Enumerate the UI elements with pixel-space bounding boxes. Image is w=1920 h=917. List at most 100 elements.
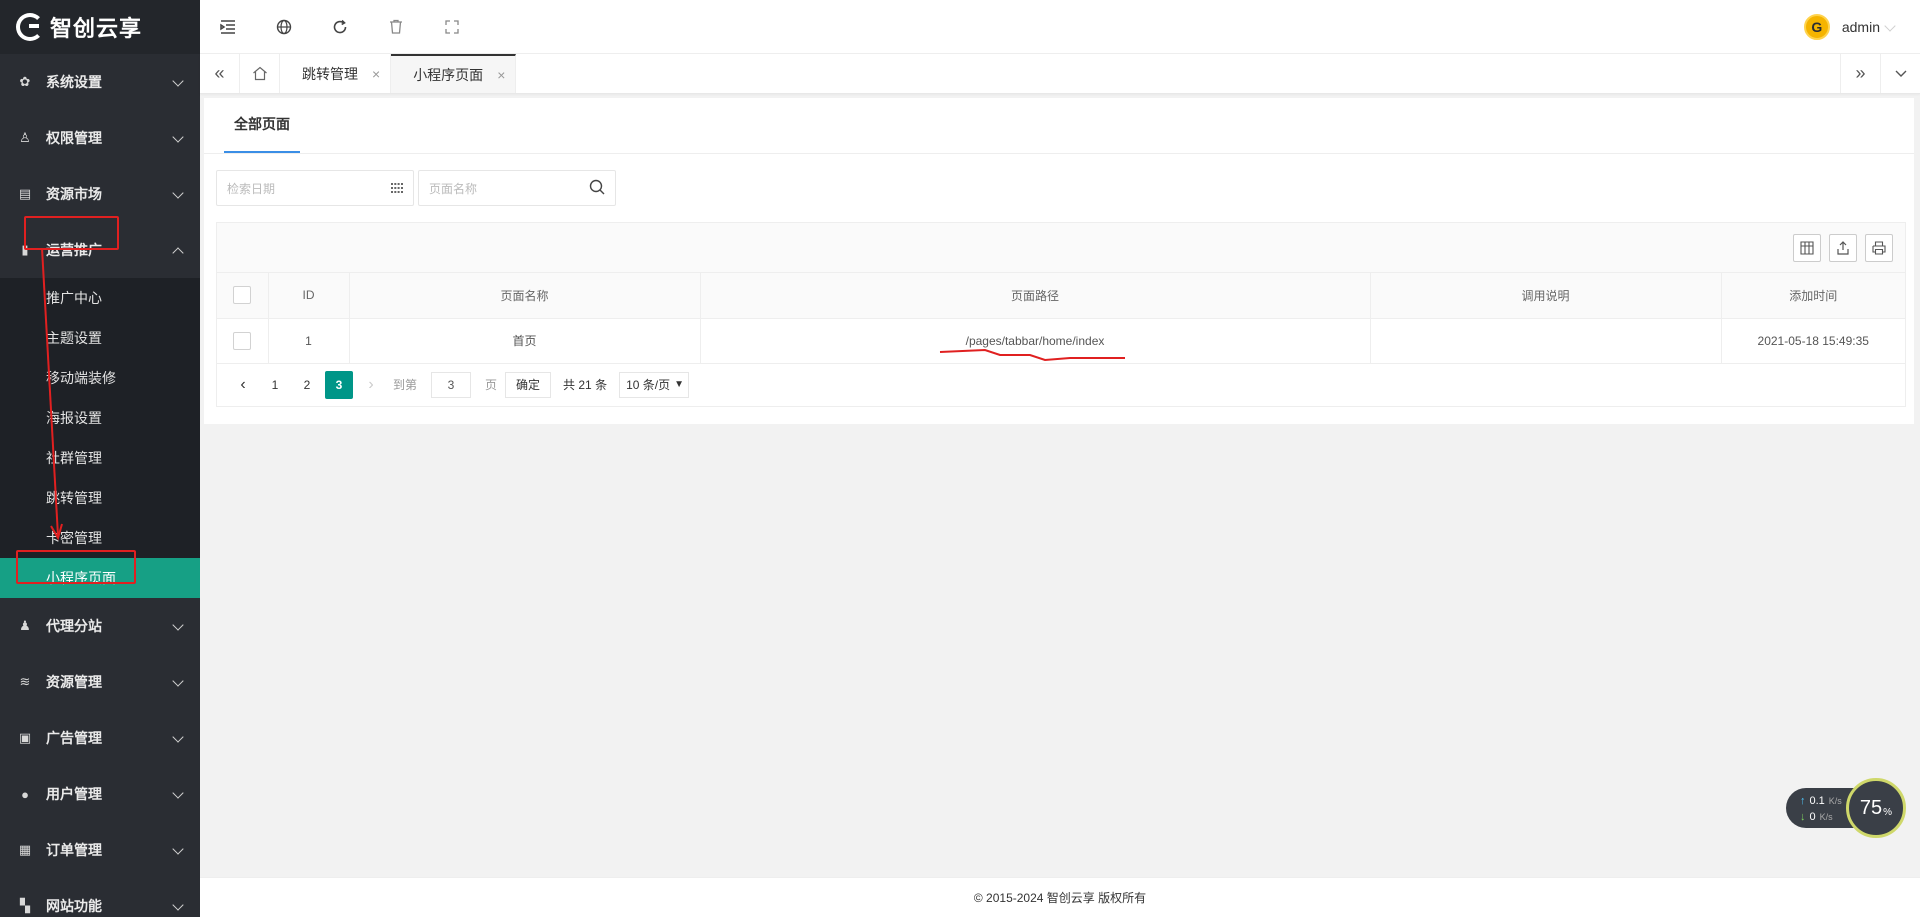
sidebar-subitem-promo-center[interactable]: 推广中心 xyxy=(0,278,200,318)
sidebar-item-permissions[interactable]: ♙ 权限管理 xyxy=(0,110,200,166)
upload-arrow-icon: ↑ xyxy=(1800,795,1806,807)
col-added-time[interactable]: 添加时间 xyxy=(1721,273,1905,319)
globe-icon[interactable] xyxy=(256,0,312,54)
col-usage-desc[interactable]: 调用说明 xyxy=(1370,273,1722,319)
sidebar-subitem-community[interactable]: 社群管理 xyxy=(0,438,200,478)
data-table: ID 页面名称 页面路径 调用说明 添加时间 1 首页 /pages/tabba… xyxy=(216,222,1906,407)
chevron-down-icon xyxy=(172,732,184,744)
page-unit-label: 页 xyxy=(485,378,498,392)
copyright-text: © 2015-2024 智创云享 版权所有 xyxy=(973,891,1147,905)
sidebar-item-label: 系统设置 xyxy=(46,74,102,90)
logo-mark-icon xyxy=(16,13,44,41)
search-icon[interactable] xyxy=(589,179,605,198)
cell-id: 1 xyxy=(268,318,350,364)
date-placeholder: 检索日期 xyxy=(227,181,276,196)
cell-page-path: /pages/tabbar/home/index xyxy=(700,318,1371,364)
sidebar-item-resource-market[interactable]: ▤ 资源市场 xyxy=(0,166,200,222)
row-select-cell xyxy=(217,318,269,364)
next-page-icon[interactable]: › xyxy=(357,371,385,399)
row-checkbox[interactable] xyxy=(233,331,252,350)
menu-fold-icon[interactable] xyxy=(200,0,256,54)
fullscreen-icon[interactable] xyxy=(424,0,480,54)
sidebar-item-orders[interactable]: ▦ 订单管理 xyxy=(0,822,200,878)
confirm-goto-button[interactable]: 确定 xyxy=(505,371,552,398)
page-name-search-input[interactable]: 页面名称 xyxy=(418,170,616,206)
store-icon: ▤ xyxy=(18,186,32,201)
sidebar-item-label: 订单管理 xyxy=(46,842,102,858)
sidebar-item-label: 权限管理 xyxy=(46,130,102,146)
goto-page-input[interactable]: 3 xyxy=(431,371,472,398)
goto-label: 到第 xyxy=(393,378,418,392)
name-placeholder: 页面名称 xyxy=(429,181,478,196)
ad-icon: ▣ xyxy=(18,730,32,745)
tab-all-pages[interactable]: 全部页面 xyxy=(224,97,300,153)
user-menu[interactable]: G admin xyxy=(1803,13,1920,40)
chevron-up-icon xyxy=(172,244,184,256)
table-row: 1 首页 /pages/tabbar/home/index 2021-05-18… xyxy=(217,318,1905,364)
user-key-icon: ♙ xyxy=(19,130,31,145)
sidebar-subitem-theme[interactable]: 主题设置 xyxy=(0,318,200,358)
page-size-select[interactable]: 10 条/页 ▼ xyxy=(619,371,690,398)
sidebar-item-label: 代理分站 xyxy=(46,618,102,634)
tab-bar: « 跳转管理 × 小程序页面 × » xyxy=(200,54,1920,94)
columns-filter-icon[interactable] xyxy=(1793,233,1821,262)
sidebar-item-label: 资源管理 xyxy=(46,674,102,690)
select-all-checkbox[interactable] xyxy=(233,286,252,305)
sidebar-subitem-mobile-decor[interactable]: 移动端装修 xyxy=(0,358,200,398)
sidebar-subitem-poster[interactable]: 海报设置 xyxy=(0,398,200,438)
total-count: 共 21 条 xyxy=(563,378,608,392)
submenu-operations: 推广中心 主题设置 移动端装修 海报设置 社群管理 跳转管理 卡密管理 小程序页… xyxy=(0,278,200,598)
tab-redirect-management[interactable]: 跳转管理 × xyxy=(280,54,392,93)
sidebar-item-label: 广告管理 xyxy=(46,730,102,746)
date-search-input[interactable]: 检索日期 xyxy=(216,170,414,206)
tabs-scroll-right-icon[interactable]: » xyxy=(1840,54,1880,93)
chevron-down-icon xyxy=(172,132,184,144)
sidebar-item-resources[interactable]: ≋ 资源管理 xyxy=(0,654,200,710)
network-speed-widget[interactable]: ↑ 0.1 K/s ↓ 0 K/s 75% xyxy=(1786,778,1910,838)
sidebar-item-system-settings[interactable]: ✿ 系统设置 xyxy=(0,54,200,110)
cell-added-time: 2021-05-18 15:49:35 xyxy=(1721,318,1905,364)
sidebar-item-label: 用户管理 xyxy=(46,786,102,802)
sidebar-item-operations[interactable]: ▮ 运营推广 xyxy=(0,222,200,278)
pagination: ‹ 1 2 3 › 到第 3 页 确定 共 21 条 10 条/页 ▼ xyxy=(217,364,1905,406)
sidebar-item-agents[interactable]: ♟ 代理分站 xyxy=(0,598,200,654)
chevron-down-icon xyxy=(172,844,184,856)
avatar: G xyxy=(1803,13,1830,40)
tab-label: 小程序页面 xyxy=(413,66,484,83)
page-3-button[interactable]: 3 xyxy=(325,370,353,399)
close-icon[interactable]: × xyxy=(372,66,380,82)
table-header-row: ID 页面名称 页面路径 调用说明 添加时间 xyxy=(217,273,1905,319)
print-icon[interactable] xyxy=(1865,233,1893,262)
sidebar-subitem-card-code[interactable]: 卡密管理 xyxy=(0,518,200,558)
col-id[interactable]: ID xyxy=(268,273,350,319)
close-icon[interactable]: × xyxy=(497,67,505,83)
sidebar-subitem-miniprogram-pages[interactable]: 小程序页面 xyxy=(0,558,200,598)
chevron-down-icon xyxy=(172,676,184,688)
user-name: admin xyxy=(1841,18,1880,35)
refresh-icon[interactable] xyxy=(312,0,368,54)
sidebar-item-label: 网站功能 xyxy=(46,898,102,914)
tabs-scroll-left-icon[interactable]: « xyxy=(200,54,240,93)
col-page-name[interactable]: 页面名称 xyxy=(349,273,701,319)
col-page-path[interactable]: 页面路径 xyxy=(700,273,1371,319)
trash-icon[interactable] xyxy=(368,0,424,54)
page-1-button[interactable]: 1 xyxy=(261,371,289,399)
export-icon[interactable] xyxy=(1829,233,1857,262)
select-all-cell xyxy=(217,273,269,319)
sidebar-item-users[interactable]: ● 用户管理 xyxy=(0,766,200,822)
sidebar-subitem-redirect[interactable]: 跳转管理 xyxy=(0,478,200,518)
filter-bar: 检索日期 页面名称 xyxy=(204,154,1914,206)
chevron-down-icon xyxy=(172,76,184,88)
tabs-menu-chevron-down-icon[interactable] xyxy=(1880,54,1920,93)
home-icon[interactable] xyxy=(240,54,280,93)
page-2-button[interactable]: 2 xyxy=(293,371,321,399)
sidebar-item-ads[interactable]: ▣ 广告管理 xyxy=(0,710,200,766)
tab-miniprogram-pages[interactable]: 小程序页面 × xyxy=(391,54,517,93)
chevron-down-icon xyxy=(172,188,184,200)
order-icon: ▦ xyxy=(18,842,32,857)
logo[interactable]: 智创云享 xyxy=(0,0,200,54)
sidebar-item-site-features[interactable]: ▚ 网站功能 xyxy=(0,878,200,917)
user-icon: ● xyxy=(21,786,29,802)
upload-unit: K/s xyxy=(1828,796,1842,806)
prev-page-icon[interactable]: ‹ xyxy=(229,371,257,399)
